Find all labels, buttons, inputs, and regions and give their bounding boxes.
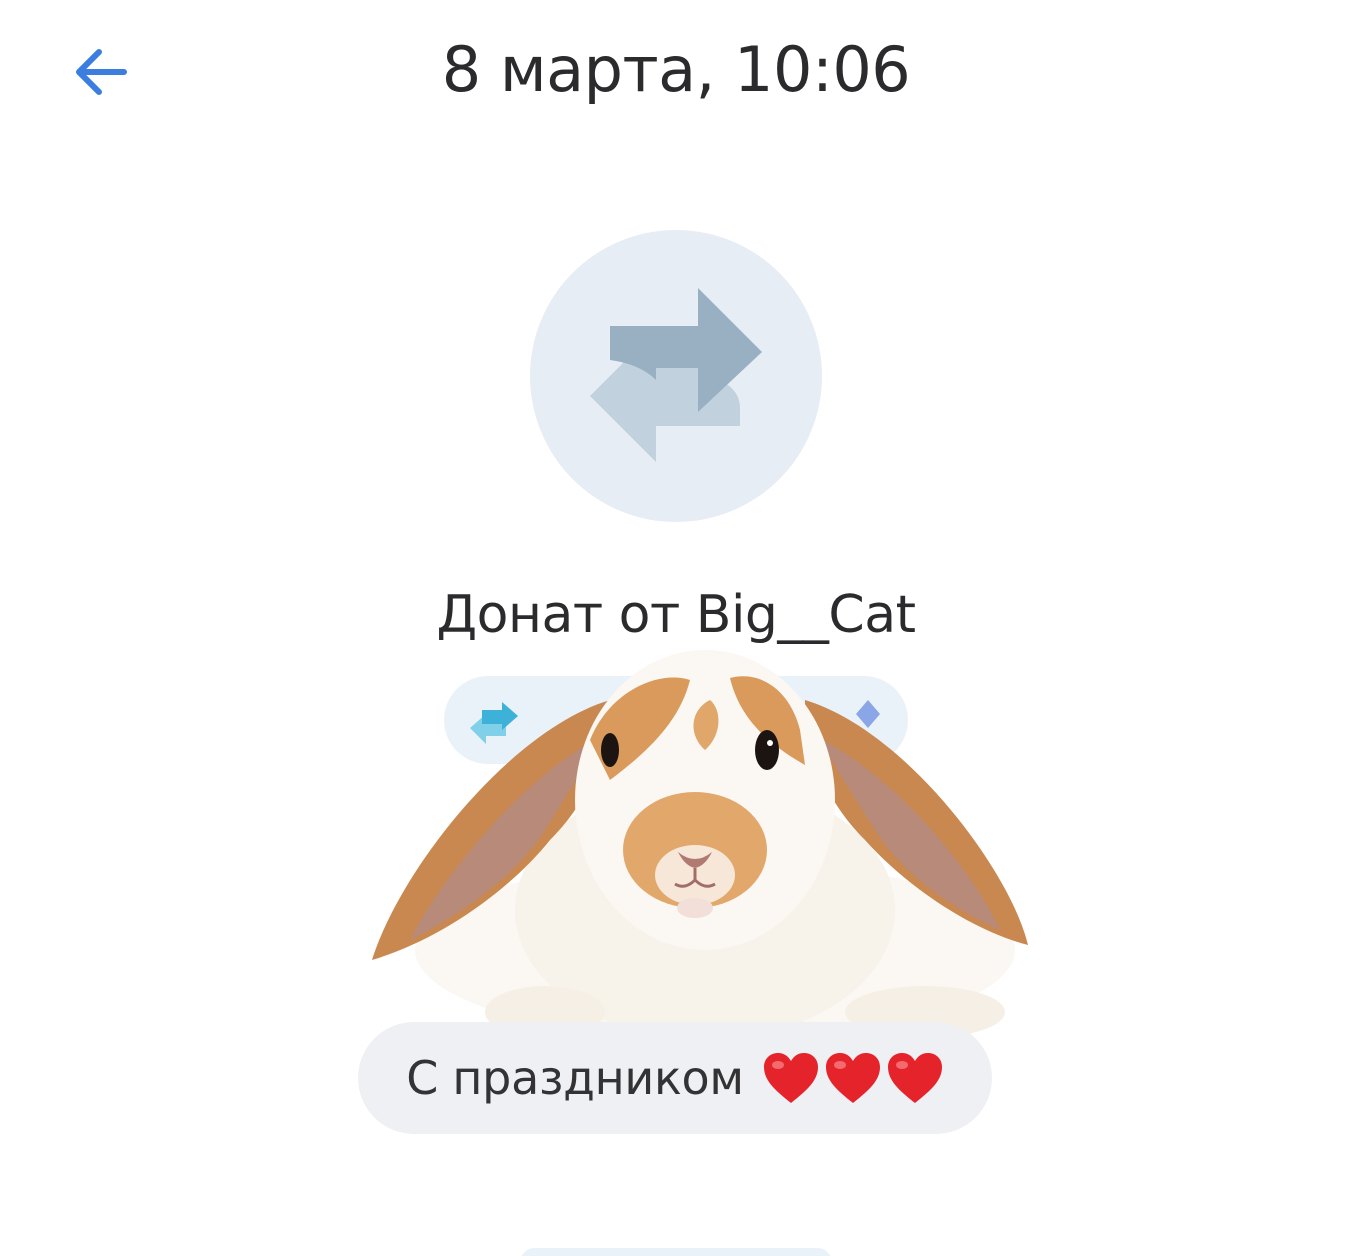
exchange-arrows-icon: [590, 288, 762, 462]
heart-icon: [825, 1053, 880, 1103]
donation-title: Донат от Big__Cat: [436, 585, 916, 645]
screen: 8 марта, 10:06 Донат от Big__Cat С празд…: [0, 0, 1352, 1256]
bottom-action-button[interactable]: [520, 1248, 832, 1256]
bunny-sticker: [372, 650, 1028, 1040]
page-title: 8 марта, 10:06: [441, 33, 911, 106]
hearts-emoji: [762, 1051, 944, 1105]
message-bubble: С праздником: [358, 1022, 992, 1134]
heart-icon: [887, 1053, 942, 1103]
heart-icon: [763, 1053, 818, 1103]
transfer-avatar: [530, 230, 822, 522]
message-text: С праздником: [406, 1051, 744, 1105]
